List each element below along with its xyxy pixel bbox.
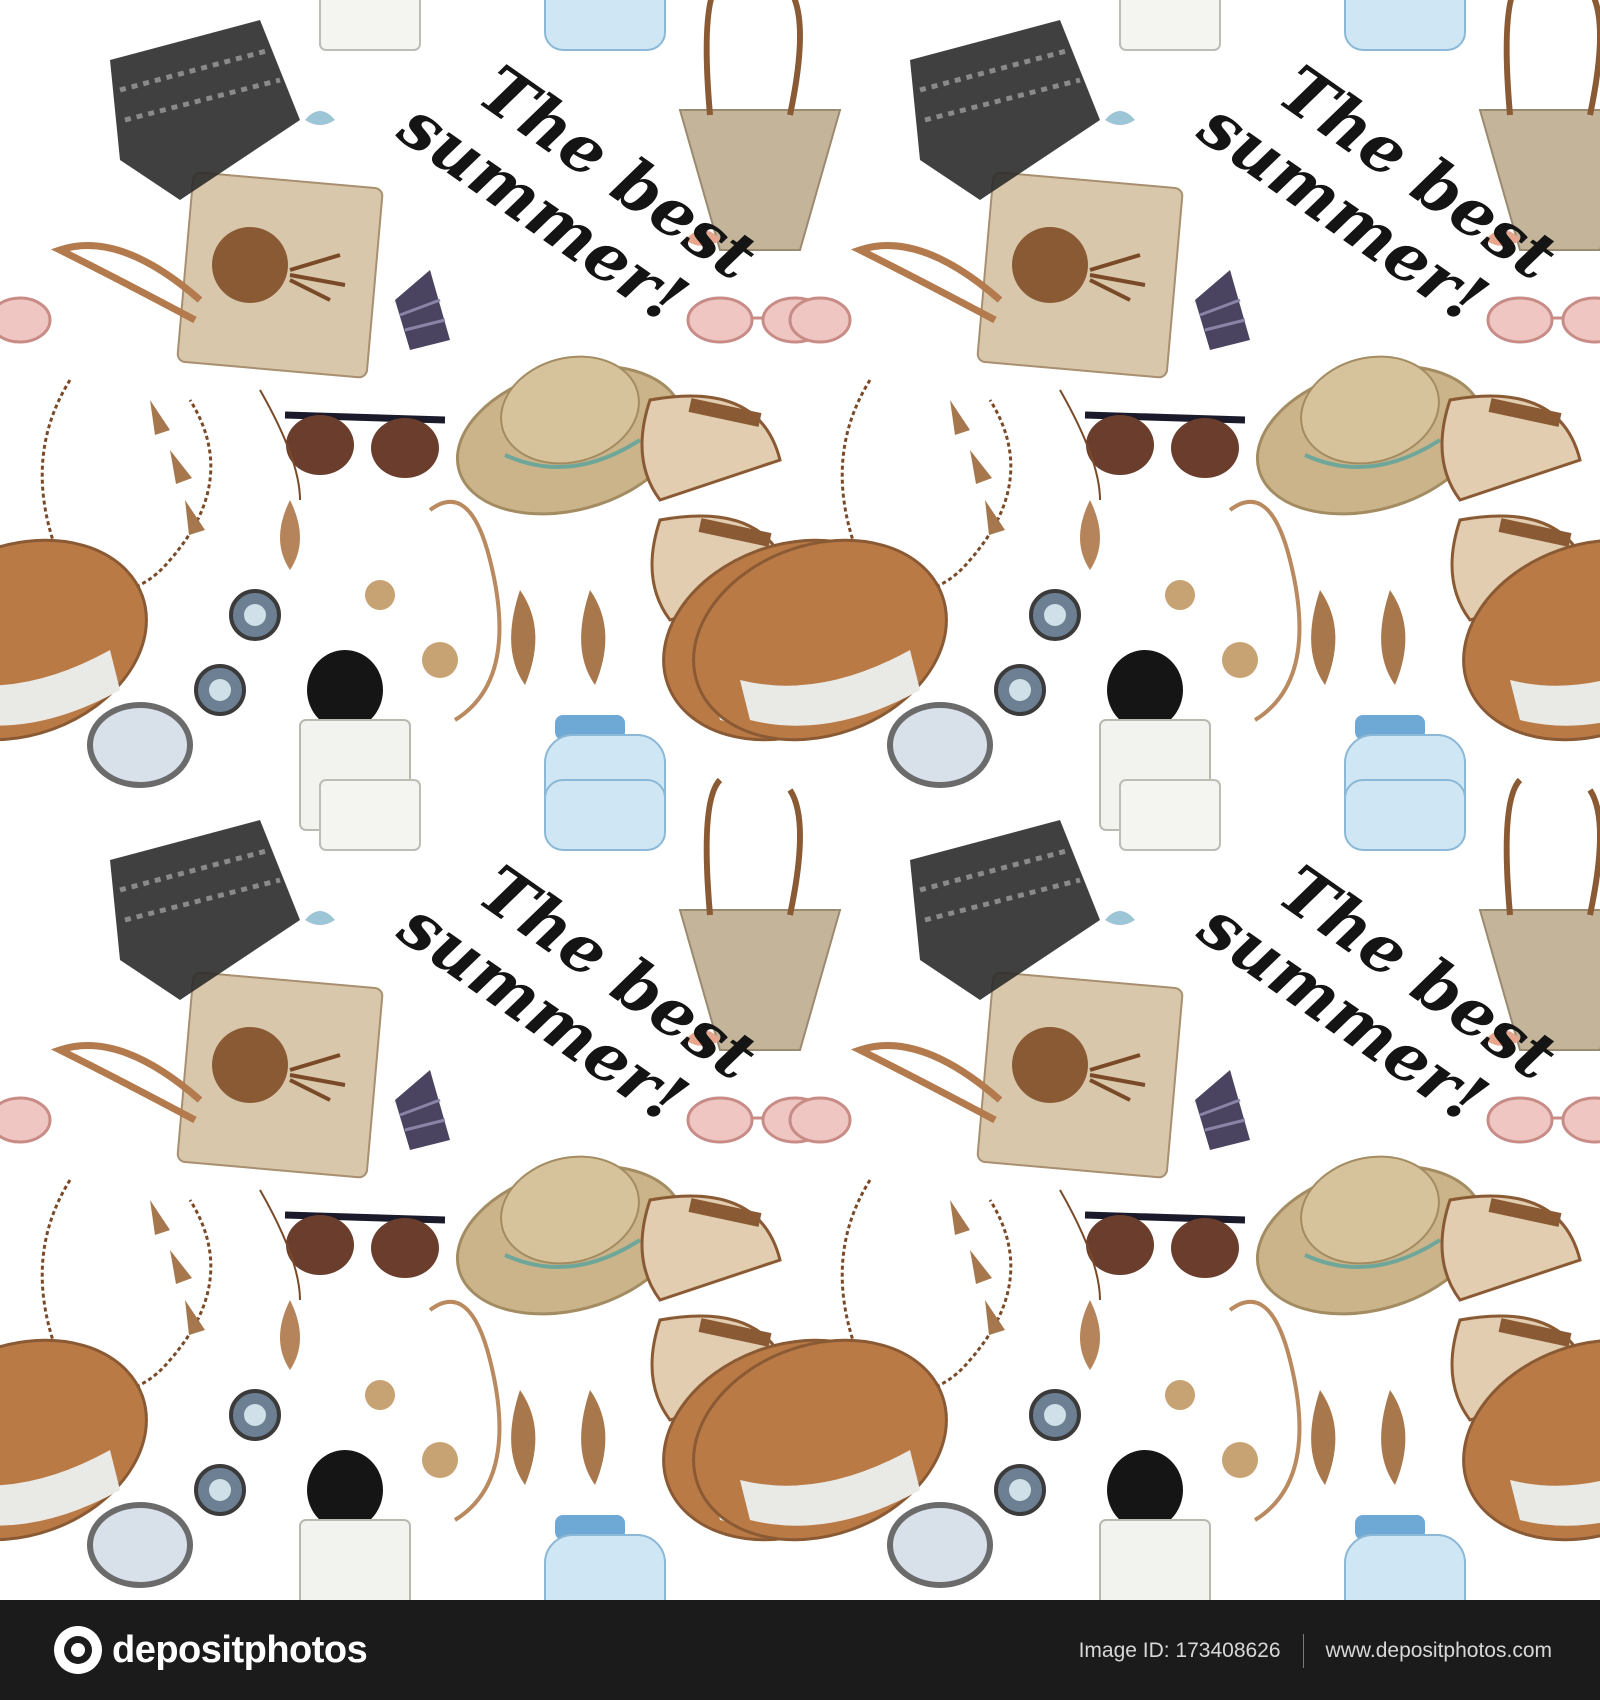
depositphotos-logo[interactable]: depositphotos	[52, 1622, 368, 1678]
image-meta: Image ID: 173408626 www.depositphotos.co…	[1079, 1634, 1552, 1668]
watercolor-pattern: The best summer! The best summer! The be…	[0, 0, 1600, 1600]
camera-shutter-icon	[54, 1626, 102, 1674]
meta-divider	[1302, 1634, 1304, 1668]
image-id: Image ID: 173408626	[1078, 1639, 1281, 1662]
website-link[interactable]: www.depositphotos.com	[1326, 1639, 1552, 1663]
logo-text: depositphotos	[112, 1628, 368, 1671]
stock-footer-bar: depositphotos Image ID: 173408626 www.de…	[0, 1600, 1600, 1700]
